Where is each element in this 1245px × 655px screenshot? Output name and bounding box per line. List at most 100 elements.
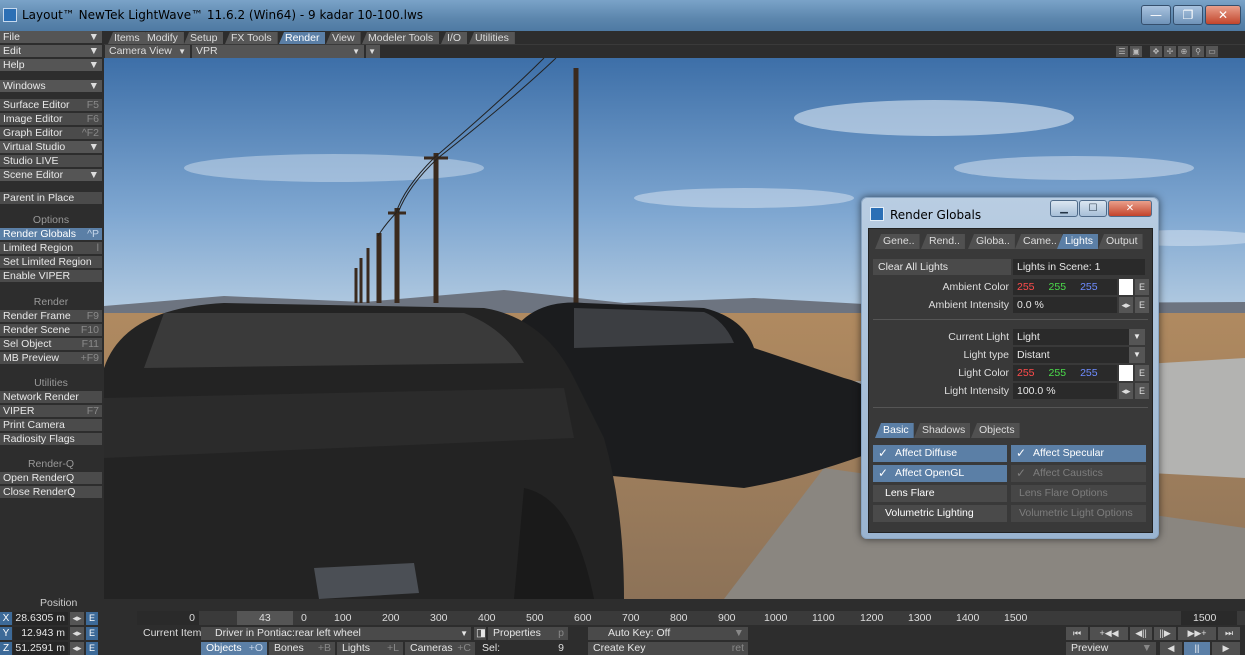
light-type-select[interactable]: Distant ▼ [1013, 347, 1145, 363]
maximize-button[interactable]: ☐ [1079, 200, 1107, 217]
pan-view-icon[interactable]: ⊕ [1178, 46, 1190, 57]
windows-menu[interactable]: Windows ▼ [0, 80, 102, 93]
end-frame-field[interactable]: 1500 [1181, 611, 1237, 625]
tab-utilities[interactable]: Utilities [469, 32, 515, 44]
rotate-view-icon[interactable]: ✢ [1164, 46, 1176, 57]
print-camera-button[interactable]: Print Camera [0, 419, 102, 432]
close-button[interactable]: ✕ [1108, 200, 1152, 217]
image-editor-button[interactable]: Image Editor F6 [0, 113, 102, 126]
tab-general[interactable]: Gene.. [875, 234, 920, 249]
preview-select[interactable]: Preview ▼ [1066, 642, 1156, 655]
first-frame-icon[interactable]: ⏮ [1066, 627, 1088, 640]
position-z-envelope-button[interactable]: E [86, 642, 98, 655]
set-limited-region-button[interactable]: Set Limited Region [0, 256, 102, 269]
tab-view[interactable]: View [326, 32, 361, 44]
ambient-color-swatch[interactable] [1119, 279, 1133, 295]
tab-basic[interactable]: Basic [875, 423, 914, 438]
current-item-select[interactable]: Driver in Pontiac:rear left wheel ▼ [201, 627, 471, 640]
light-intensity-envelope-button[interactable]: E [1135, 383, 1149, 399]
surface-editor-button[interactable]: Surface Editor F5 [0, 99, 102, 112]
start-frame-field[interactable]: 0 [137, 611, 199, 625]
viewport-options-icon[interactable]: ☰ [1116, 46, 1128, 57]
play-icon[interactable]: ▶ [1212, 642, 1240, 655]
light-color-green[interactable]: 255 [1049, 367, 1067, 379]
light-color-envelope-button[interactable]: E [1135, 365, 1149, 381]
tab-shadows[interactable]: Shadows [914, 423, 971, 438]
item-picker-icon[interactable]: ◨ [474, 627, 486, 640]
lights-mode-button[interactable]: Lights +L [337, 642, 403, 655]
ambient-color-green[interactable]: 255 [1049, 281, 1067, 293]
render-mode-select[interactable]: VPR ▼ [192, 45, 364, 58]
enable-viper-button[interactable]: Enable VIPER [0, 270, 102, 283]
studio-live-button[interactable]: Studio LIVE [0, 155, 102, 168]
viper-button[interactable]: VIPER F7 [0, 405, 102, 418]
tab-global-illumination[interactable]: Globa.. [968, 234, 1015, 249]
pause-icon[interactable]: || [1184, 642, 1210, 655]
next-frame-icon[interactable]: ||▶ [1154, 627, 1176, 640]
scene-editor-menu[interactable]: Scene Editor ▼ [0, 169, 102, 182]
tab-items[interactable]: Items [108, 32, 146, 44]
next-key-icon[interactable]: ▶▶+ [1178, 627, 1216, 640]
ambient-color-field[interactable]: 255 255 255 [1013, 279, 1117, 295]
graph-editor-button[interactable]: Graph Editor ^F2 [0, 127, 102, 140]
position-x-envelope-button[interactable]: E [86, 612, 98, 625]
tab-objects[interactable]: Objects [971, 423, 1020, 438]
viewport-options-dropdown[interactable]: ▼ [366, 45, 380, 58]
light-color-field[interactable]: 255 255 255 [1013, 365, 1117, 381]
render-globals-button[interactable]: Render Globals ^P [0, 228, 102, 241]
tab-modeler-tools[interactable]: Modeler Tools [362, 32, 440, 44]
cameras-mode-button[interactable]: Cameras +C [405, 642, 475, 655]
tab-output[interactable]: Output [1098, 234, 1143, 249]
volumetric-light-options-button[interactable]: Volumetric Light Options [1011, 505, 1146, 522]
render-scene-button[interactable]: Render Scene F10 [0, 324, 102, 337]
volumetric-lighting-checkbox[interactable]: Volumetric Lighting [873, 505, 1007, 522]
ambient-intensity-field[interactable]: 0.0 % [1013, 297, 1117, 313]
lens-flare-checkbox[interactable]: Lens Flare [873, 485, 1007, 502]
prev-frame-icon[interactable]: ◀|| [1130, 627, 1152, 640]
position-x-field[interactable]: 28.6305 m [13, 612, 68, 625]
minimize-button[interactable]: ▁ [1050, 200, 1078, 217]
ambient-intensity-envelope-button[interactable]: E [1135, 297, 1149, 313]
tab-setup[interactable]: Setup [184, 32, 224, 44]
create-key-button[interactable]: Create Key ret [588, 642, 748, 655]
tab-camera[interactable]: Came.. [1015, 234, 1062, 249]
ambient-color-red[interactable]: 255 [1017, 281, 1035, 293]
virtual-studio-menu[interactable]: Virtual Studio ▼ [0, 141, 102, 154]
fit-view-icon[interactable]: ▭ [1206, 46, 1218, 57]
affect-diffuse-checkbox[interactable]: ✓ Affect Diffuse [873, 445, 1007, 462]
tab-fx-tools[interactable]: FX Tools [225, 32, 278, 44]
minimize-button[interactable]: — [1141, 5, 1171, 25]
tab-render[interactable]: Render [279, 32, 326, 44]
render-frame-button[interactable]: Render Frame F9 [0, 310, 102, 323]
current-light-select[interactable]: Light ▼ [1013, 329, 1145, 345]
move-view-icon[interactable]: ✥ [1150, 46, 1162, 57]
affect-specular-checkbox[interactable]: ✓ Affect Specular [1011, 445, 1146, 462]
view-mode-select[interactable]: Camera View ▼ [105, 45, 190, 58]
parent-in-place-button[interactable]: Parent in Place [0, 192, 102, 205]
bones-mode-button[interactable]: Bones +B [269, 642, 335, 655]
zoom-view-icon[interactable]: ⚲ [1192, 46, 1204, 57]
light-color-red[interactable]: 255 [1017, 367, 1035, 379]
timeline-slider[interactable]: 0 43 0 100 200 300 400 500 600 700 800 9… [137, 611, 1245, 625]
clear-all-lights-button[interactable]: Clear All Lights [873, 259, 1011, 275]
edit-menu[interactable]: Edit ▼ [0, 45, 102, 58]
help-menu[interactable]: Help ▼ [0, 59, 102, 72]
properties-button[interactable]: Properties p [488, 627, 568, 640]
file-menu[interactable]: File ▼ [0, 31, 102, 44]
auto-key-select[interactable]: Auto Key: Off ▼ [588, 627, 748, 640]
ambient-color-envelope-button[interactable]: E [1135, 279, 1149, 295]
ambient-color-blue[interactable]: 255 [1080, 281, 1098, 293]
slider-arrows-icon[interactable]: ◂▸ [1119, 383, 1133, 399]
affect-caustics-checkbox[interactable]: ✓ Affect Caustics [1011, 465, 1146, 482]
slider-arrows-icon[interactable]: ◂▸ [70, 612, 84, 625]
open-renderq-button[interactable]: Open RenderQ [0, 472, 102, 485]
last-frame-icon[interactable]: ⏭ [1218, 627, 1240, 640]
position-y-field[interactable]: 12.943 m [13, 627, 68, 640]
tab-lights[interactable]: Lights [1057, 234, 1099, 249]
position-z-field[interactable]: 51.2591 m [13, 642, 68, 655]
play-reverse-icon[interactable]: ◀ [1160, 642, 1182, 655]
tab-io[interactable]: I/O [441, 32, 468, 44]
render-globals-titlebar[interactable]: Render Globals ▁ ☐ ✕ [862, 198, 1158, 228]
tab-modify[interactable]: Modify [141, 32, 184, 44]
limited-region-button[interactable]: Limited Region l [0, 242, 102, 255]
